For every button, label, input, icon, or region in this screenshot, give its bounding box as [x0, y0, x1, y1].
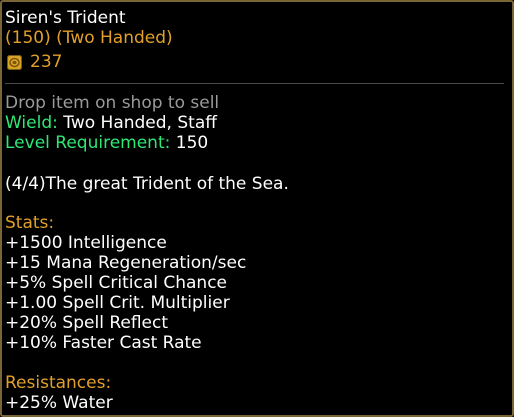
- item-price: 237: [30, 52, 63, 72]
- stat-line: +10% Faster Cast Rate: [5, 333, 202, 353]
- gold-coin-icon: [7, 54, 22, 70]
- level-requirement-row: Level Requirement: 150: [5, 133, 208, 153]
- stat-line: +1.00 Spell Crit. Multiplier: [5, 293, 230, 313]
- level-requirement-label: Level Requirement:: [5, 133, 171, 153]
- price-row: 237: [5, 52, 62, 72]
- stat-line: +15 Mana Regeneration/sec: [5, 253, 247, 273]
- stat-line: +1500 Intelligence: [5, 233, 167, 253]
- stat-line: +20% Spell Reflect: [5, 313, 169, 333]
- item-subtitle: (150) (Two Handed): [5, 28, 173, 48]
- level-requirement-value: 150: [175, 133, 209, 153]
- item-tooltip: Siren's Trident (150) (Two Handed) 237 D…: [0, 0, 514, 417]
- item-name: Siren's Trident: [5, 8, 126, 28]
- sell-hint: Drop item on shop to sell: [5, 93, 220, 113]
- wield-label: Wield:: [5, 113, 58, 133]
- item-description: (4/4)The great Trident of the Sea.: [5, 174, 289, 194]
- stat-line: +5% Spell Critical Chance: [5, 273, 228, 293]
- resistance-line: +25% Water: [5, 393, 113, 413]
- resistances-heading: Resistances:: [5, 373, 112, 393]
- wield-value: Two Handed, Staff: [63, 113, 217, 133]
- wield-row: Wield: Two Handed, Staff: [5, 113, 217, 133]
- divider: [5, 83, 504, 84]
- stats-heading: Stats:: [5, 213, 55, 233]
